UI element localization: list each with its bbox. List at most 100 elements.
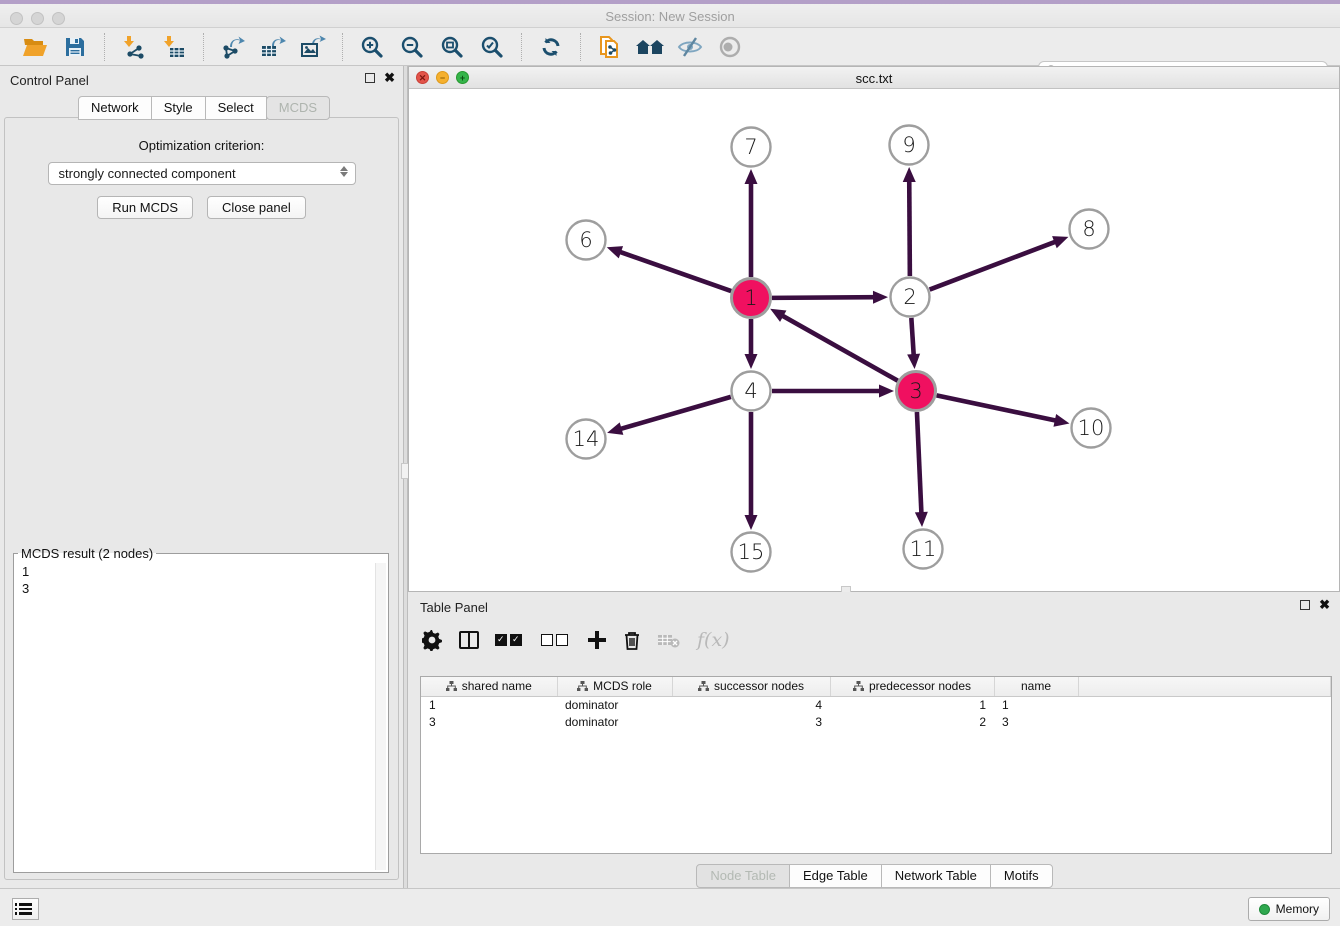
task-history-button[interactable] [12, 898, 39, 920]
tab-select[interactable]: Select [205, 96, 267, 120]
tab-mcds[interactable]: MCDS [266, 96, 330, 120]
save-session-button[interactable] [58, 32, 92, 62]
deselect-all-columns-button[interactable] [541, 628, 571, 652]
table-settings-button[interactable] [422, 628, 443, 652]
table-cell[interactable]: dominator [557, 713, 672, 730]
close-panel-icon[interactable]: ✖ [384, 73, 395, 83]
network-canvas-area[interactable]: 1234678910111415 [409, 89, 1339, 591]
table-row[interactable]: 1dominator411 [421, 696, 1331, 713]
table-cell[interactable]: 1 [994, 696, 1078, 713]
mcds-result-box: MCDS result (2 nodes) 13 [13, 546, 389, 873]
table-cell[interactable]: 3 [421, 713, 557, 730]
home-button[interactable] [633, 32, 667, 62]
table-cell[interactable]: dominator [557, 696, 672, 713]
function-builder-button[interactable]: f(x) [697, 628, 730, 652]
graph-edge-1-2[interactable] [772, 297, 875, 298]
zoom-selected-button[interactable] [475, 32, 509, 62]
import-network-icon [122, 35, 146, 59]
node-label-10: 10 [1078, 416, 1105, 440]
network-window-titlebar[interactable]: ✕ − + scc.txt [409, 67, 1339, 89]
toolbar-separator [580, 33, 581, 61]
home-icon [635, 36, 665, 58]
zoom-in-button[interactable] [355, 32, 389, 62]
import-table-button[interactable] [157, 32, 191, 62]
memory-button[interactable]: Memory [1248, 897, 1330, 921]
table-cell[interactable]: 1 [830, 696, 994, 713]
table-cell[interactable]: 3 [994, 713, 1078, 730]
refresh-view-button[interactable] [534, 32, 568, 62]
tab-motifs[interactable]: Motifs [990, 864, 1053, 888]
column-panel-button[interactable] [459, 628, 479, 652]
select-all-columns-button[interactable] [495, 628, 525, 652]
import-table-icon [162, 35, 186, 59]
export-table-button[interactable] [256, 32, 290, 62]
edge-arrowhead [745, 354, 758, 369]
column-header-shared-name[interactable]: shared name [421, 677, 557, 696]
node-table-container: shared name MCDS role successor nodesprede… [420, 676, 1332, 854]
table-cell[interactable]: 3 [672, 713, 830, 730]
graph-edge-2-8[interactable] [930, 241, 1057, 289]
zoom-in-icon [360, 35, 384, 59]
mcds-result-item: 1 [22, 563, 380, 580]
column-header-predecessor-nodes[interactable]: predecessor nodes [830, 677, 994, 696]
node-label-7: 7 [744, 135, 757, 159]
graph-edge-1-6[interactable] [619, 252, 731, 291]
graph-edge-2-3[interactable] [911, 318, 913, 356]
tab-style[interactable]: Style [151, 96, 206, 120]
delete-row-button[interactable] [623, 628, 641, 652]
column-header-label: name [1021, 679, 1051, 693]
close-table-panel-icon[interactable]: ✖ [1319, 600, 1330, 610]
column-header-successor-nodes[interactable]: successor nodes [672, 677, 830, 696]
column-header-label: MCDS role [593, 679, 652, 693]
optimization-criterion-label: Optimization criterion: [5, 138, 398, 153]
zoom-out-button[interactable] [395, 32, 429, 62]
graph-edge-4-14[interactable] [620, 397, 731, 429]
run-mcds-button[interactable]: Run MCDS [97, 196, 193, 219]
import-network-button[interactable] [117, 32, 151, 62]
float-table-panel-icon[interactable] [1300, 600, 1310, 610]
graph-edge-2-9[interactable] [909, 180, 910, 276]
tab-edge-table[interactable]: Edge Table [789, 864, 882, 888]
table-panel: Table Panel ✖ f(x) shared nameMCDS roles… [408, 592, 1340, 888]
export-image-button[interactable] [296, 32, 330, 62]
graph-edge-3-11[interactable] [917, 412, 922, 514]
network-window-title: scc.txt [409, 71, 1339, 86]
graph-edge-3-10[interactable] [937, 395, 1057, 420]
zoom-fit-button[interactable] [435, 32, 469, 62]
add-row-button[interactable] [587, 628, 607, 652]
result-scrollbar[interactable] [375, 563, 386, 870]
save-icon [64, 36, 86, 58]
show-all-button[interactable] [713, 32, 747, 62]
open-file-button[interactable] [18, 32, 52, 62]
node-label-8: 8 [1082, 217, 1095, 241]
tab-node-table[interactable]: Node Table [696, 864, 790, 888]
table-cell[interactable]: 1 [421, 696, 557, 713]
graph-edge-3-1[interactable] [781, 315, 897, 381]
table-cell[interactable]: 2 [830, 713, 994, 730]
table-row[interactable]: 3dominator323 [421, 713, 1331, 730]
close-panel-button[interactable]: Close panel [207, 196, 306, 219]
export-image-icon [300, 35, 326, 59]
clone-network-button[interactable] [593, 32, 627, 62]
mcds-panel: Optimization criterion: strongly connect… [4, 117, 399, 880]
tab-network[interactable]: Network [78, 96, 152, 120]
control-panel-title: Control Panel [10, 73, 89, 88]
unchecked-box-icon [556, 634, 568, 646]
export-network-button[interactable] [216, 32, 250, 62]
control-panel-tabs: NetworkStyleSelectMCDS [78, 96, 329, 120]
node-label-15: 15 [738, 540, 765, 564]
criterion-select[interactable]: strongly connected component [48, 162, 356, 185]
float-panel-icon[interactable] [365, 73, 375, 83]
task-list-icon [19, 903, 32, 914]
titlebar: Session: New Session [0, 4, 1340, 28]
delete-column-button[interactable] [657, 628, 681, 652]
node-label-14: 14 [573, 427, 600, 451]
hide-selected-button[interactable] [673, 32, 707, 62]
edge-arrowhead [1052, 236, 1068, 248]
edge-arrowhead [873, 291, 888, 304]
column-panel-icon [459, 631, 479, 649]
column-header-name[interactable]: name [994, 677, 1078, 696]
tab-network-table[interactable]: Network Table [881, 864, 991, 888]
column-header-MCDS-role[interactable]: MCDS role [557, 677, 672, 696]
table-cell[interactable]: 4 [672, 696, 830, 713]
